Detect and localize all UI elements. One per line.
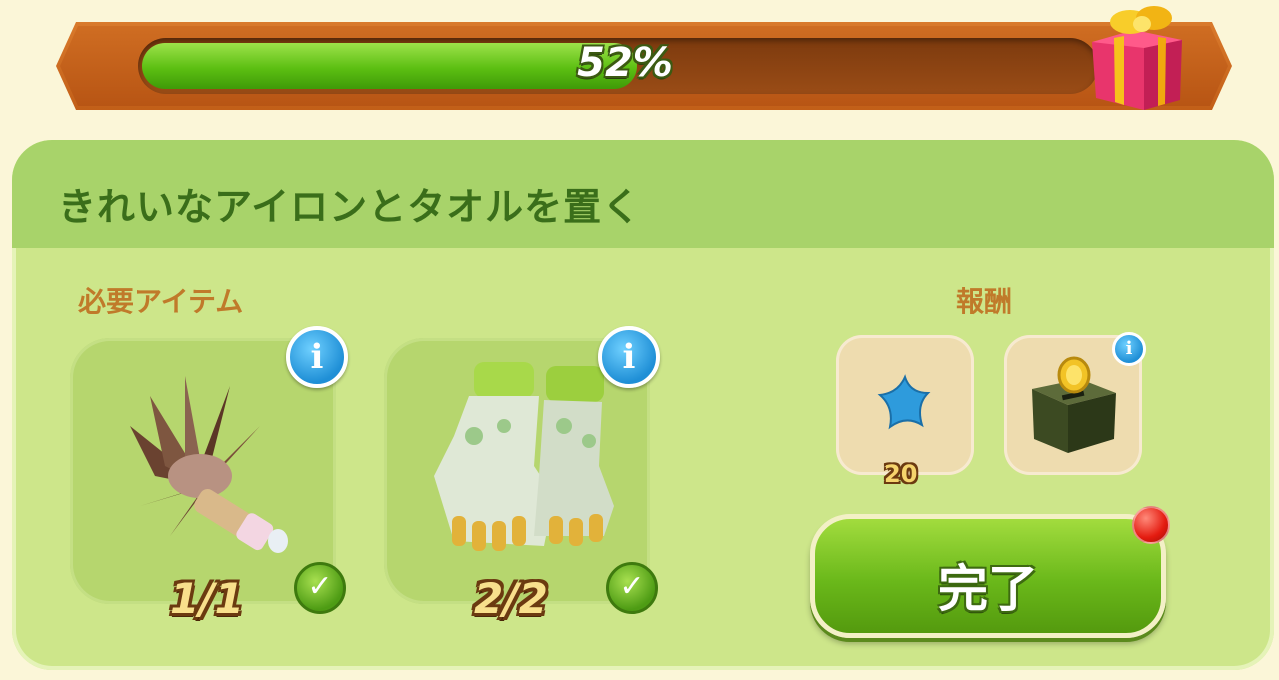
notification-dot: [1132, 506, 1170, 544]
gloves-icon: [434, 362, 614, 551]
item-count: 2/2: [474, 574, 548, 623]
complete-button-label: 完了: [938, 560, 1038, 618]
required-items-label: 必要アイテム: [78, 285, 244, 318]
task-title: きれいなアイロンとタオルを置く: [58, 185, 642, 229]
gift-box-icon[interactable]: [1082, 0, 1192, 115]
item-count: 1/1: [170, 574, 244, 623]
check-icon: ✓: [606, 562, 658, 614]
task-header: きれいなアイロンとタオルを置く: [12, 140, 1274, 248]
item-info-icon[interactable]: i: [286, 326, 348, 388]
reward-card[interactable]: [836, 335, 974, 475]
coin-box-icon: [1032, 356, 1116, 453]
progress-percent: 52%: [577, 40, 673, 86]
complete-button[interactable]: 完了: [810, 514, 1166, 638]
feather-duster-icon: [130, 376, 288, 553]
reward-info-icon[interactable]: i: [1112, 332, 1146, 366]
rewards-label: 報酬: [956, 285, 1013, 318]
reward-count: 20: [884, 460, 918, 488]
check-icon: ✓: [294, 562, 346, 614]
item-info-icon[interactable]: i: [598, 326, 660, 388]
star-icon: [877, 374, 931, 430]
